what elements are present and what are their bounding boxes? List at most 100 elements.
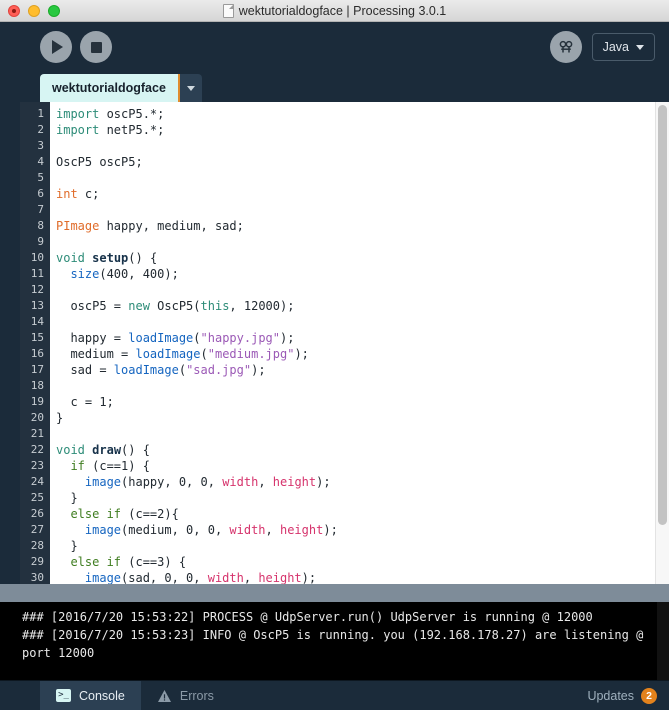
line-number: 29 <box>20 554 50 570</box>
code-token: else if <box>70 507 121 521</box>
code-token: c = 1; <box>56 395 114 409</box>
code-line: happy = loadImage("happy.jpg"); <box>56 330 669 346</box>
debug-button[interactable] <box>550 31 582 63</box>
code-token: (c==1) { <box>85 459 150 473</box>
line-number: 17 <box>20 362 50 378</box>
line-number: 15 <box>20 330 50 346</box>
code-line: image(happy, 0, 0, width, height); <box>56 474 669 490</box>
code-token: } <box>56 539 78 553</box>
run-button[interactable] <box>40 31 72 63</box>
sketch-tab-menu-button[interactable] <box>180 74 202 102</box>
code-editor[interactable]: 1234567891011121314151617181920212223242… <box>20 102 669 584</box>
play-icon <box>52 40 63 54</box>
line-number: 9 <box>20 234 50 250</box>
code-token: image <box>85 475 121 489</box>
code-line: else if (c==3) { <box>56 554 669 570</box>
code-token: "sad.jpg" <box>186 363 251 377</box>
code-token: ( <box>179 363 186 377</box>
code-token: (happy, 0, 0, <box>121 475 222 489</box>
code-line: PImage happy, medium, sad; <box>56 218 669 234</box>
tab-console[interactable]: >_ Console <box>40 681 141 710</box>
code-token: draw <box>92 443 121 457</box>
line-number: 5 <box>20 170 50 186</box>
code-text[interactable]: import oscP5.*;import netP5.*; OscP5 osc… <box>50 102 669 584</box>
code-token: int <box>56 187 78 201</box>
code-line: if (c==1) { <box>56 458 669 474</box>
code-line <box>56 314 669 330</box>
warning-triangle-icon <box>157 689 172 703</box>
sketch-tab[interactable]: wektutorialdogface <box>40 74 202 102</box>
code-line: import oscP5.*; <box>56 106 669 122</box>
code-token <box>56 267 70 281</box>
line-number: 8 <box>20 218 50 234</box>
code-token: happy = <box>56 331 128 345</box>
code-line <box>56 170 669 186</box>
stop-button[interactable] <box>80 31 112 63</box>
line-number: 22 <box>20 442 50 458</box>
code-token: } <box>56 411 63 425</box>
line-number: 4 <box>20 154 50 170</box>
line-number: 25 <box>20 490 50 506</box>
code-token: void <box>56 443 85 457</box>
code-line <box>56 138 669 154</box>
line-number: 10 <box>20 250 50 266</box>
line-number: 27 <box>20 522 50 538</box>
sketch-tab-label: wektutorialdogface <box>40 74 178 102</box>
minimize-button[interactable] <box>28 5 40 17</box>
code-line: } <box>56 490 669 506</box>
code-token: , 12000); <box>229 299 294 313</box>
code-token: ); <box>302 571 316 584</box>
window-title: wektutorialdogface | Processing 3.0.1 <box>239 4 447 18</box>
code-token: width <box>222 475 258 489</box>
code-token <box>56 475 85 489</box>
terminal-icon: >_ <box>56 689 71 702</box>
code-token: height <box>280 523 323 537</box>
code-token <box>56 459 70 473</box>
code-line: OscP5 oscP5; <box>56 154 669 170</box>
code-token: sad = <box>56 363 114 377</box>
code-line: image(sad, 0, 0, width, height); <box>56 570 669 584</box>
code-line: int c; <box>56 186 669 202</box>
code-token: ( <box>201 347 208 361</box>
code-token: void <box>56 251 85 265</box>
code-line: medium = loadImage("medium.jpg"); <box>56 346 669 362</box>
console-scrollbar[interactable] <box>657 602 669 680</box>
code-token: width <box>229 523 265 537</box>
code-token: OscP5( <box>150 299 201 313</box>
mode-label: Java <box>603 40 629 54</box>
status-bar: >_ Console Errors Updates 2 <box>0 680 669 710</box>
code-token: (medium, 0, 0, <box>121 523 229 537</box>
line-number: 18 <box>20 378 50 394</box>
code-token: c; <box>78 187 100 201</box>
chevron-down-icon <box>187 86 195 91</box>
code-token: "medium.jpg" <box>208 347 295 361</box>
code-token: loadImage <box>114 363 179 377</box>
code-token: PImage <box>56 219 99 233</box>
line-number: 13 <box>20 298 50 314</box>
code-token: this <box>201 299 230 313</box>
line-number-gutter: 1234567891011121314151617181920212223242… <box>20 102 50 584</box>
main-toolbar: Java <box>0 22 669 72</box>
code-token: } <box>56 491 78 505</box>
zoom-button[interactable] <box>48 5 60 17</box>
close-button[interactable] <box>8 5 20 17</box>
code-token <box>56 507 70 521</box>
code-token: , <box>266 523 280 537</box>
code-token: (c==2){ <box>121 507 179 521</box>
editor-scrollbar[interactable] <box>655 102 669 584</box>
editor-console-splitter[interactable] <box>0 584 669 602</box>
console-output[interactable]: ### [2016/7/20 15:53:22] PROCESS @ UdpSe… <box>0 602 669 680</box>
line-number: 7 <box>20 202 50 218</box>
tab-console-label: Console <box>79 689 125 703</box>
mode-selector[interactable]: Java <box>592 33 655 61</box>
tab-errors[interactable]: Errors <box>141 681 230 710</box>
code-token: import <box>56 123 99 137</box>
code-line: } <box>56 410 669 426</box>
line-number: 14 <box>20 314 50 330</box>
code-token: (c==3) { <box>121 555 186 569</box>
window-titlebar: wektutorialdogface | Processing 3.0.1 <box>0 0 669 22</box>
code-token: ( <box>193 331 200 345</box>
code-line: image(medium, 0, 0, width, height); <box>56 522 669 538</box>
editor-scrollbar-thumb[interactable] <box>658 105 667 525</box>
updates-indicator[interactable]: Updates 2 <box>587 681 669 710</box>
